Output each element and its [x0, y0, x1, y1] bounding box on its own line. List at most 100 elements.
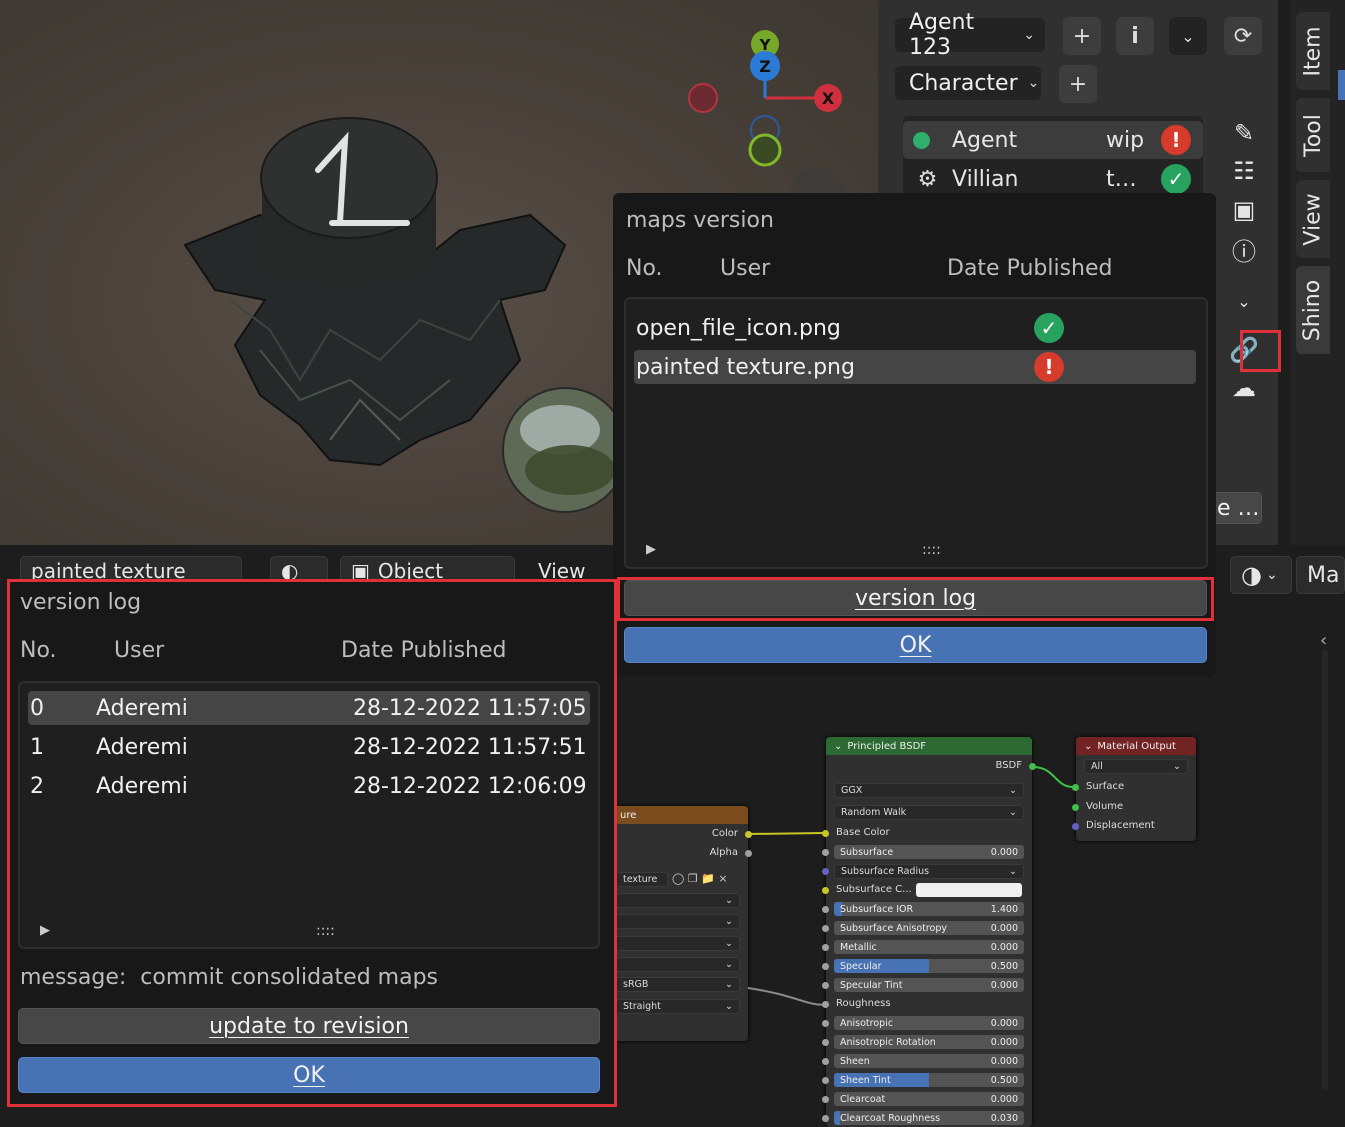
- value-slider[interactable]: Anisotropic Rotation 0.000: [834, 1035, 1024, 1049]
- model-mesh: [183, 117, 567, 467]
- tab-item[interactable]: Item: [1296, 12, 1330, 90]
- value-slider[interactable]: Subsurface 0.000: [834, 845, 1024, 859]
- value-slider[interactable]: Subsurface IOR 1.400: [834, 902, 1024, 916]
- update-to-revision-button[interactable]: update to revision: [18, 1008, 600, 1044]
- input-value: 0.000: [990, 979, 1018, 991]
- principled-bsdf-node[interactable]: ⌄ Principled BSDF BSDF GGX ⌄ Random Walk ⌄…: [822, 737, 1032, 1127]
- truncated-button[interactable]: e …: [1212, 492, 1262, 524]
- value-slider[interactable]: Anisotropic 0.000: [834, 1016, 1024, 1030]
- add-character-button[interactable]: +: [1059, 65, 1097, 103]
- subsurface-radius-dropdown[interactable]: Subsurface Radius ⌄: [834, 864, 1024, 879]
- bsdf-output-label: BSDF: [995, 760, 1022, 771]
- ok-label: OK: [293, 1062, 325, 1088]
- target-dropdown[interactable]: All ⌄: [1084, 759, 1188, 774]
- input-socket[interactable]: [822, 1096, 829, 1103]
- refresh-icon: ⟳: [1233, 23, 1253, 49]
- tab-view[interactable]: View: [1296, 180, 1330, 258]
- table-row[interactable]: 2 Aderemi 28-12-2022 12:06:09: [28, 769, 590, 803]
- bsdf-title: Principled BSDF: [847, 740, 927, 752]
- subsurface-method-label: Random Walk: [841, 807, 907, 818]
- clipboard-icon[interactable]: ☷: [1228, 155, 1260, 187]
- input-value: 0.000: [990, 846, 1018, 858]
- list-item[interactable]: ⚙ Villian t… ✓: [903, 160, 1203, 196]
- input-label: Anisotropic Rotation: [840, 1036, 936, 1048]
- add-agent-button[interactable]: +: [1063, 17, 1101, 55]
- distribution-dropdown[interactable]: GGX ⌄: [834, 783, 1024, 798]
- value-slider[interactable]: Sheen 0.000: [834, 1054, 1024, 1068]
- input-socket[interactable]: [822, 849, 829, 856]
- input-socket[interactable]: [822, 1001, 829, 1008]
- input-displacement: Displacement: [1086, 820, 1155, 831]
- input-socket[interactable]: [822, 1020, 829, 1027]
- list-item[interactable]: open_file_icon.png ✓: [634, 311, 1196, 345]
- link-icon[interactable]: 🔗: [1228, 334, 1260, 366]
- bsdf-output-socket[interactable]: [1029, 763, 1036, 770]
- version-log-label: version log: [854, 585, 977, 611]
- input-socket[interactable]: [822, 982, 829, 989]
- input-label: Subsurface Radius: [841, 866, 930, 877]
- agent-selector-dropdown[interactable]: Agent 123 ⌄: [895, 10, 1045, 60]
- material-output-node[interactable]: ⌄ Material Output All ⌄ Surface Volume Di…: [1076, 737, 1196, 841]
- node-title: ⌄ Material Output: [1076, 737, 1196, 755]
- input-socket[interactable]: [822, 925, 829, 932]
- input-value: 0.000: [990, 1093, 1018, 1105]
- tab-shino[interactable]: Shino: [1296, 266, 1330, 354]
- input-socket[interactable]: [822, 830, 829, 837]
- agent-info-button[interactable]: i: [1116, 17, 1154, 55]
- publish-icon[interactable]: ✎: [1228, 117, 1260, 149]
- truncated-button-label: e …: [1217, 495, 1260, 521]
- play-triangle-icon[interactable]: ▶: [646, 542, 656, 557]
- resize-handle[interactable]: ::::: [922, 542, 941, 558]
- ok-button[interactable]: OK: [624, 627, 1207, 663]
- value-slider[interactable]: Clearcoat 0.000: [834, 1092, 1024, 1106]
- chevron-down-icon[interactable]: ⌄: [1228, 285, 1260, 317]
- resize-handle[interactable]: ::::: [316, 923, 335, 939]
- value-slider[interactable]: Metallic 0.000: [834, 940, 1024, 954]
- input-socket[interactable]: [822, 944, 829, 951]
- surface-input-socket[interactable]: [1072, 784, 1079, 791]
- subsurface-method-dropdown[interactable]: Random Walk ⌄: [834, 805, 1024, 820]
- list-item[interactable]: Agent wip !: [903, 121, 1203, 159]
- input-socket[interactable]: [822, 906, 829, 913]
- chevron-down-icon: ⌄: [1009, 807, 1017, 818]
- value-slider[interactable]: Sheen Tint 0.500: [834, 1073, 1024, 1087]
- row-date: 28-12-2022 11:57:51: [353, 734, 587, 760]
- message-text: commit consolidated maps: [140, 965, 438, 990]
- info-icon[interactable]: ⓘ: [1228, 233, 1260, 266]
- character-selector-dropdown[interactable]: Character ⌄: [895, 66, 1041, 100]
- tab-tool[interactable]: Tool: [1296, 98, 1330, 172]
- value-slider[interactable]: Specular 0.500: [834, 959, 1024, 973]
- input-socket[interactable]: [822, 1039, 829, 1046]
- version-log-button[interactable]: version log: [624, 580, 1207, 616]
- displacement-input-socket[interactable]: [1072, 823, 1079, 830]
- row-user: Aderemi: [96, 695, 188, 721]
- agent-menu-button[interactable]: ⌄: [1169, 17, 1207, 55]
- input-socket[interactable]: [822, 1077, 829, 1084]
- image-icon[interactable]: ▣: [1228, 194, 1260, 226]
- cloud-upload-icon[interactable]: ☁: [1228, 372, 1260, 404]
- input-surface: Surface: [1086, 781, 1125, 792]
- input-socket[interactable]: [822, 1058, 829, 1065]
- version-list: 0 Aderemi 28-12-2022 11:57:05 1 Aderemi …: [18, 681, 600, 949]
- input-socket[interactable]: [822, 868, 829, 875]
- input-socket[interactable]: [822, 963, 829, 970]
- input-socket[interactable]: [822, 887, 829, 894]
- list-item[interactable]: painted texture.png !: [634, 350, 1196, 384]
- row-user: Aderemi: [96, 773, 188, 799]
- refresh-button[interactable]: ⟳: [1224, 17, 1262, 55]
- input-socket[interactable]: [822, 1115, 829, 1122]
- ok-button[interactable]: OK: [18, 1057, 600, 1093]
- row-user: Aderemi: [96, 734, 188, 760]
- column-date: Date Published: [341, 638, 507, 663]
- table-row[interactable]: 0 Aderemi 28-12-2022 11:57:05: [28, 691, 590, 725]
- row-date: 28-12-2022 12:06:09: [353, 773, 587, 799]
- value-slider[interactable]: Specular Tint 0.000: [834, 978, 1024, 992]
- value-slider[interactable]: Subsurface Anisotropy 0.000: [834, 921, 1024, 935]
- value-slider[interactable]: Clearcoat Roughness 0.030: [834, 1111, 1024, 1125]
- play-triangle-icon[interactable]: ▶: [40, 923, 50, 938]
- input-label: Subsurface Anisotropy: [840, 922, 948, 934]
- column-user: User: [720, 256, 771, 281]
- volume-input-socket[interactable]: [1072, 804, 1079, 811]
- color-swatch[interactable]: [916, 883, 1022, 897]
- table-row[interactable]: 1 Aderemi 28-12-2022 11:57:51: [28, 730, 590, 764]
